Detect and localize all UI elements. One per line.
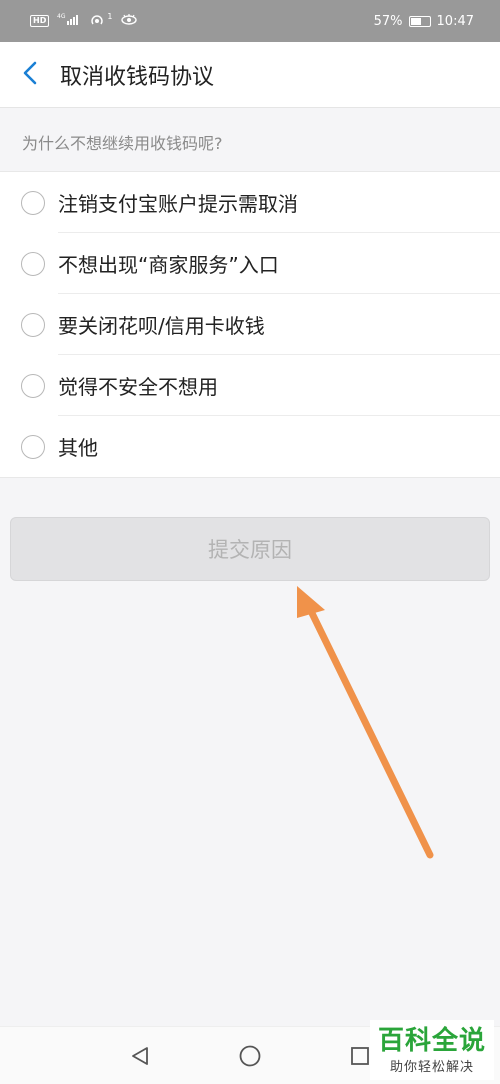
battery-icon bbox=[408, 15, 431, 27]
back-chevron-icon bbox=[22, 61, 38, 89]
signal-label: 4G bbox=[57, 13, 66, 20]
status-bar: HD 4G 1 57% 10:47 bbox=[0, 0, 500, 42]
radio-button[interactable] bbox=[21, 434, 45, 459]
submit-reason-button[interactable]: 提交原因 bbox=[10, 517, 490, 581]
back-triangle-icon[interactable] bbox=[125, 1041, 155, 1071]
hotspot-icon bbox=[89, 12, 105, 30]
signal-icon: 4G bbox=[57, 13, 81, 29]
reason-option-cancel-account[interactable]: 注销支付宝账户提示需取消 bbox=[0, 172, 500, 233]
reason-option-other[interactable]: 其他 bbox=[0, 416, 500, 477]
page-title: 取消收钱码协议 bbox=[60, 64, 215, 90]
hd-badge: HD bbox=[30, 15, 50, 27]
reason-question: 为什么不想继续用收钱码呢? bbox=[22, 134, 223, 153]
nav-bar: 取消收钱码协议 bbox=[0, 42, 500, 108]
option-label: 要关闭花呗/信用卡收钱 bbox=[58, 314, 265, 338]
reason-option-merchant-entry[interactable]: 不想出现“商家服务”入口 bbox=[0, 233, 500, 294]
radio-button[interactable] bbox=[21, 251, 45, 276]
notification-count: 1 bbox=[107, 11, 113, 21]
option-label: 注销支付宝账户提示需取消 bbox=[58, 192, 298, 216]
reason-option-unsafe[interactable]: 觉得不安全不想用 bbox=[0, 355, 500, 416]
clock-time: 10:47 bbox=[436, 13, 474, 29]
radio-button[interactable] bbox=[21, 312, 45, 337]
battery-percent: 57% bbox=[373, 13, 403, 29]
option-label: 觉得不安全不想用 bbox=[58, 375, 218, 399]
watermark-title: 百科全说 bbox=[377, 1025, 486, 1056]
watermark-subtitle: 助你轻松解决 bbox=[389, 1059, 474, 1075]
radio-button[interactable] bbox=[21, 373, 45, 398]
home-circle-icon[interactable] bbox=[235, 1041, 265, 1071]
option-label: 不想出现“商家服务”入口 bbox=[58, 253, 279, 277]
option-label: 其他 bbox=[58, 436, 98, 460]
status-right: 57% 10:47 bbox=[374, 14, 474, 29]
reason-options-list: 注销支付宝账户提示需取消 不想出现“商家服务”入口 要关闭花呗/信用卡收钱 觉得… bbox=[0, 171, 500, 478]
eye-icon bbox=[120, 13, 138, 29]
reason-option-close-huabei[interactable]: 要关闭花呗/信用卡收钱 bbox=[0, 294, 500, 355]
watermark-logo: 百科全说 助你轻松解决 bbox=[370, 1020, 494, 1080]
status-left: HD 4G 1 bbox=[30, 12, 138, 30]
back-button[interactable] bbox=[0, 42, 60, 108]
radio-button[interactable] bbox=[21, 190, 45, 215]
